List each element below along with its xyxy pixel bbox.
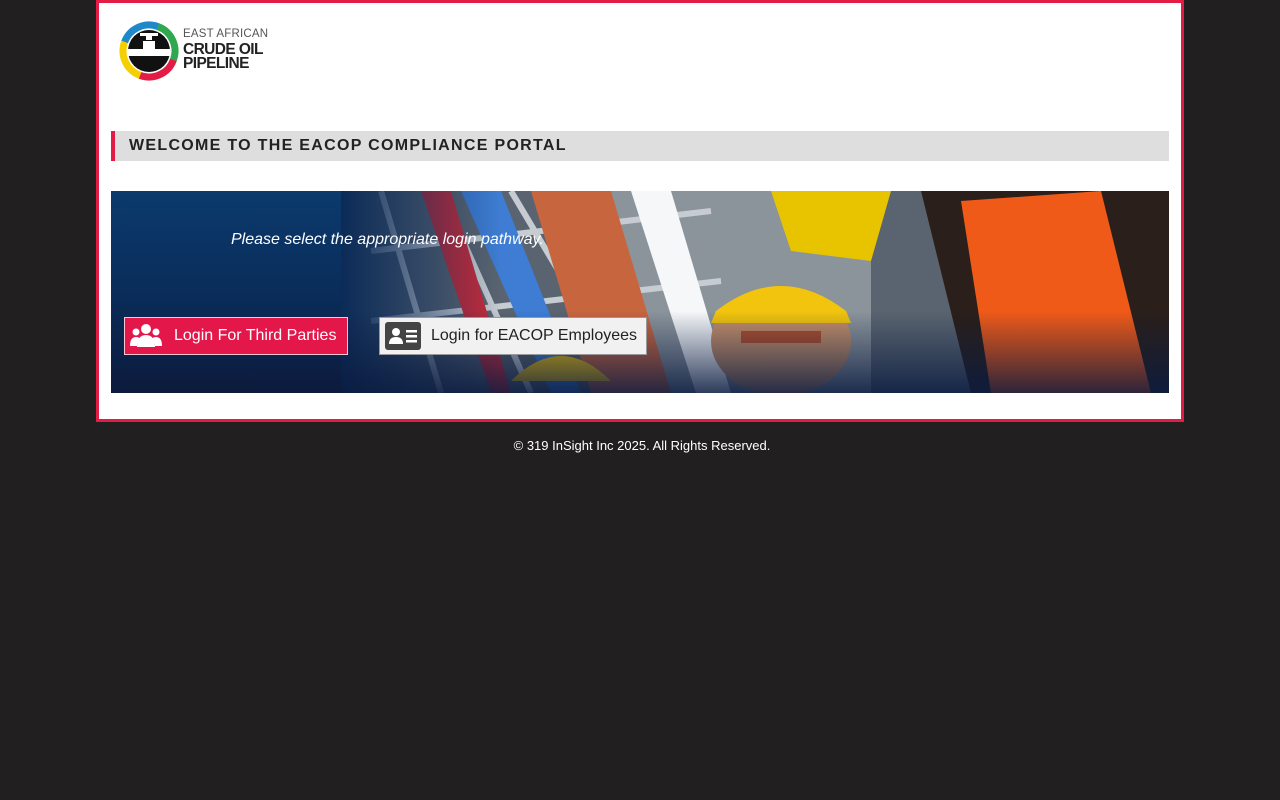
logo-wordmark: EAST AFRICAN CRUDE OIL PIPELINE	[183, 28, 269, 72]
welcome-heading: WELCOME TO THE EACOP COMPLIANCE PORTAL	[111, 131, 1169, 161]
portal-card: EAST AFRICAN CRUDE OIL PIPELINE WELCOME …	[96, 0, 1184, 422]
login-employees-label: Login for EACOP Employees	[431, 327, 638, 344]
footer-copyright: © 319 InSight Inc 2025. All Rights Reser…	[513, 438, 771, 453]
eacop-logo: EAST AFRICAN CRUDE OIL PIPELINE	[119, 19, 269, 83]
login-pathway-prompt: Please select the appropriate login path…	[231, 231, 544, 248]
logo-line-3: PIPELINE	[183, 55, 249, 72]
pipeline-logo-icon	[119, 21, 179, 81]
id-card-icon	[385, 322, 421, 350]
login-banner: Please select the appropriate login path…	[111, 191, 1169, 393]
login-third-parties-button[interactable]: Login For Third Parties	[124, 317, 348, 355]
group-icon	[130, 324, 162, 347]
banner-photo	[341, 191, 1169, 393]
login-third-parties-label: Login For Third Parties	[174, 327, 337, 344]
login-employees-button[interactable]: Login for EACOP Employees	[379, 317, 647, 355]
logo-line-1: EAST AFRICAN	[183, 28, 269, 40]
